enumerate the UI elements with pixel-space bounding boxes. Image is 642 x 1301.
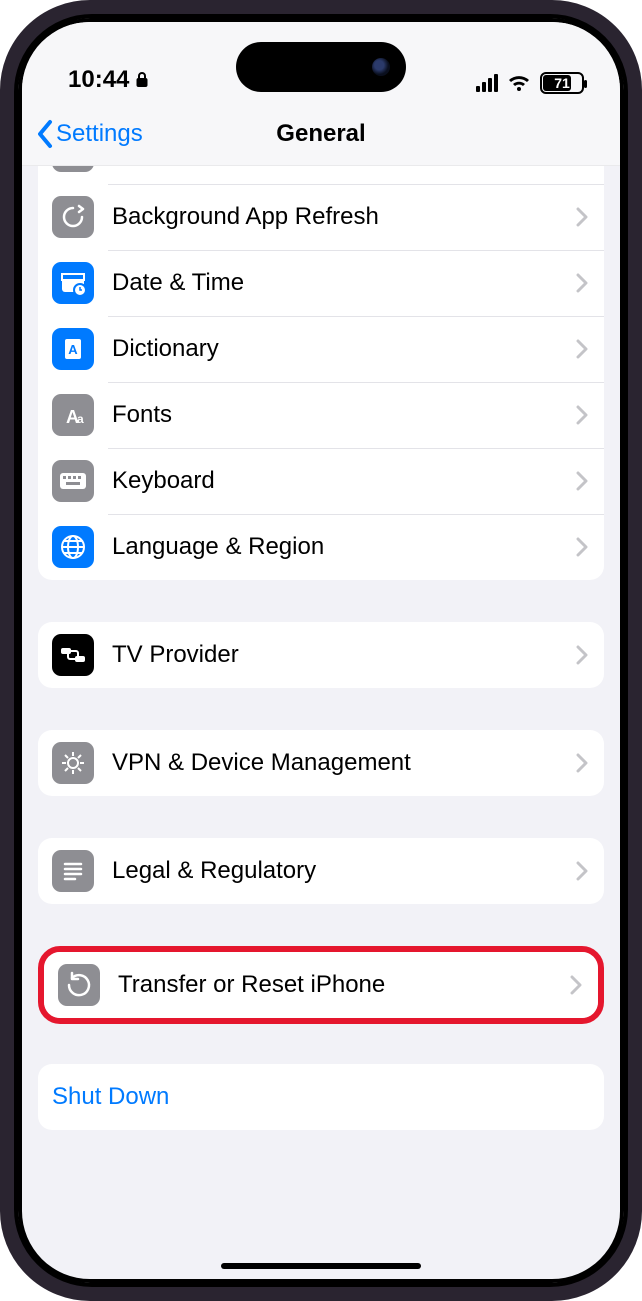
row-tv-provider[interactable]: TV Provider — [38, 622, 604, 688]
reset-icon — [58, 964, 100, 1006]
cellular-signal-icon — [476, 74, 498, 92]
row-label: Fonts — [112, 401, 576, 429]
chevron-right-icon — [576, 753, 588, 773]
fonts-icon: Aa — [52, 394, 94, 436]
globe-icon — [52, 526, 94, 568]
row-language-region[interactable]: Language & Region — [38, 514, 604, 580]
back-label: Settings — [56, 120, 143, 148]
volume-down-button — [0, 452, 6, 544]
gear-icon — [52, 742, 94, 784]
settings-group-input: AutoFill & Passwords Background App Refr… — [38, 166, 604, 580]
row-keyboard[interactable]: Keyboard — [38, 448, 604, 514]
chevron-right-icon — [576, 471, 588, 491]
row-label: Dictionary — [112, 335, 576, 363]
screen: 10:44 71 Settings General — [22, 22, 620, 1279]
battery-indicator: 71 — [540, 72, 584, 94]
settings-group-tv: TV Provider — [38, 622, 604, 688]
row-label: TV Provider — [112, 641, 576, 669]
row-label: Keyboard — [112, 467, 576, 495]
content-scroll[interactable]: AutoFill & Passwords Background App Refr… — [22, 166, 620, 1279]
document-lines-icon — [52, 850, 94, 892]
row-label: Transfer or Reset iPhone — [118, 971, 570, 999]
chevron-right-icon — [576, 537, 588, 557]
back-button[interactable]: Settings — [36, 119, 143, 149]
keyboard-icon — [52, 460, 94, 502]
settings-group-reset: Transfer or Reset iPhone — [44, 952, 598, 1018]
calendar-clock-icon — [52, 262, 94, 304]
chevron-right-icon — [576, 207, 588, 227]
camera-dot — [372, 58, 390, 76]
lock-icon — [135, 71, 149, 89]
nav-bar: Settings General — [22, 102, 620, 166]
settings-group-shutdown: Shut Down — [38, 1064, 604, 1130]
volume-up-button — [0, 340, 6, 432]
svg-text:a: a — [77, 412, 84, 426]
wifi-icon — [506, 73, 532, 93]
dictionary-icon: A — [52, 328, 94, 370]
chevron-right-icon — [576, 339, 588, 359]
row-date-time[interactable]: Date & Time — [38, 250, 604, 316]
chevron-right-icon — [576, 645, 588, 665]
row-legal-regulatory[interactable]: Legal & Regulatory — [38, 838, 604, 904]
chevron-right-icon — [576, 405, 588, 425]
chevron-right-icon — [570, 975, 582, 995]
row-vpn-device-management[interactable]: VPN & Device Management — [38, 730, 604, 796]
side-button — [0, 238, 6, 286]
highlight-annotation: Transfer or Reset iPhone — [38, 946, 604, 1024]
refresh-icon — [52, 196, 94, 238]
home-indicator[interactable] — [221, 1263, 421, 1269]
row-label: Background App Refresh — [112, 203, 576, 231]
battery-percent: 71 — [554, 75, 570, 91]
row-autofill-passwords[interactable]: AutoFill & Passwords — [38, 166, 604, 184]
row-label: Legal & Regulatory — [112, 857, 576, 885]
status-time: 10:44 — [68, 66, 129, 94]
power-button — [636, 380, 642, 520]
row-background-app-refresh[interactable]: Background App Refresh — [38, 184, 604, 250]
row-transfer-reset-iphone[interactable]: Transfer or Reset iPhone — [44, 952, 598, 1018]
row-label: VPN & Device Management — [112, 749, 576, 777]
row-label: Shut Down — [52, 1083, 588, 1111]
chevron-left-icon — [36, 119, 54, 149]
row-label: Date & Time — [112, 269, 576, 297]
chevron-right-icon — [576, 861, 588, 881]
autofill-icon — [52, 166, 94, 172]
dynamic-island — [236, 42, 406, 92]
row-shut-down[interactable]: Shut Down — [38, 1064, 604, 1130]
svg-text:A: A — [68, 342, 78, 357]
settings-group-vpn: VPN & Device Management — [38, 730, 604, 796]
chevron-right-icon — [576, 273, 588, 293]
settings-group-legal: Legal & Regulatory — [38, 838, 604, 904]
row-label: Language & Region — [112, 533, 576, 561]
tv-provider-icon — [52, 634, 94, 676]
row-dictionary[interactable]: A Dictionary — [38, 316, 604, 382]
row-fonts[interactable]: Aa Fonts — [38, 382, 604, 448]
